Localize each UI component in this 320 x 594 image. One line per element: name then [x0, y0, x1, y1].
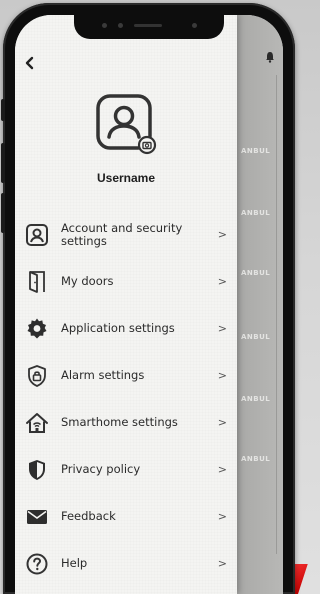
background-brand-text: ANBUL: [241, 269, 271, 277]
menu-item-account-security[interactable]: Account and security settings >: [15, 211, 237, 258]
background-brand-text: ANBUL: [241, 455, 271, 463]
phone-notch: [74, 15, 224, 39]
speaker-grille: [134, 24, 162, 27]
bell-icon[interactable]: [265, 51, 275, 63]
chevron-right-icon: >: [217, 369, 227, 382]
side-menu: Username Account and security settings >: [15, 15, 237, 594]
phone-screen: ANBUL ANBUL ANBUL ANBUL ANBUL ANBUL User…: [15, 15, 283, 594]
menu-item-label: Help: [61, 556, 88, 570]
menu-item-label: Account and security settings: [61, 220, 183, 248]
username-label: Username: [96, 171, 156, 185]
chevron-right-icon: >: [217, 557, 227, 570]
menu-item-label: Alarm settings: [61, 368, 145, 382]
menu-item-label: My doors: [61, 274, 114, 288]
camera-dot: [102, 23, 107, 28]
menu-list: Account and security settings > My doors…: [15, 211, 237, 587]
user-id-card-icon: [23, 221, 51, 249]
background-brand-text: ANBUL: [241, 395, 271, 403]
phone-side-button: [1, 99, 5, 121]
background-brand-text: ANBUL: [241, 147, 271, 155]
menu-item-help[interactable]: Help >: [15, 540, 237, 587]
chevron-right-icon: >: [217, 510, 227, 523]
chevron-left-icon: [25, 56, 34, 70]
lock-shield-icon: [23, 362, 51, 390]
smart-home-icon: [23, 409, 51, 437]
back-button[interactable]: [23, 53, 43, 73]
menu-item-my-doors[interactable]: My doors >: [15, 258, 237, 305]
gear-icon: [23, 315, 51, 343]
door-icon: [23, 268, 51, 296]
menu-item-smarthome-settings[interactable]: Smarthome settings >: [15, 399, 237, 446]
chevron-right-icon: >: [217, 275, 227, 288]
camera-dot: [118, 23, 123, 28]
menu-item-alarm-settings[interactable]: Alarm settings >: [15, 352, 237, 399]
menu-item-label: Feedback: [61, 509, 116, 523]
envelope-icon: [23, 503, 51, 531]
chevron-right-icon: >: [217, 322, 227, 335]
phone-side-button: [1, 193, 5, 233]
camera-dot: [192, 23, 197, 28]
shield-icon: [23, 456, 51, 484]
chevron-right-icon: >: [217, 416, 227, 429]
menu-item-privacy-policy[interactable]: Privacy policy >: [15, 446, 237, 493]
menu-item-feedback[interactable]: Feedback >: [15, 493, 237, 540]
background-divider: [276, 75, 277, 554]
user-avatar-icon: [96, 94, 157, 155]
question-circle-icon: [23, 550, 51, 578]
menu-item-application-settings[interactable]: Application settings >: [15, 305, 237, 352]
avatar[interactable]: [95, 93, 157, 155]
dimmed-background-screen[interactable]: ANBUL ANBUL ANBUL ANBUL ANBUL ANBUL: [237, 15, 283, 594]
phone-side-button: [1, 143, 5, 183]
menu-item-label: Smarthome settings: [61, 415, 178, 429]
background-brand-text: ANBUL: [241, 333, 271, 341]
menu-item-label: Application settings: [61, 321, 175, 335]
phone-frame: ANBUL ANBUL ANBUL ANBUL ANBUL ANBUL User…: [1, 3, 295, 594]
profile-section: Username: [15, 93, 237, 185]
background-brand-text: ANBUL: [241, 209, 271, 217]
menu-item-label: Privacy policy: [61, 462, 141, 476]
chevron-right-icon: >: [217, 228, 227, 241]
chevron-right-icon: >: [217, 463, 227, 476]
